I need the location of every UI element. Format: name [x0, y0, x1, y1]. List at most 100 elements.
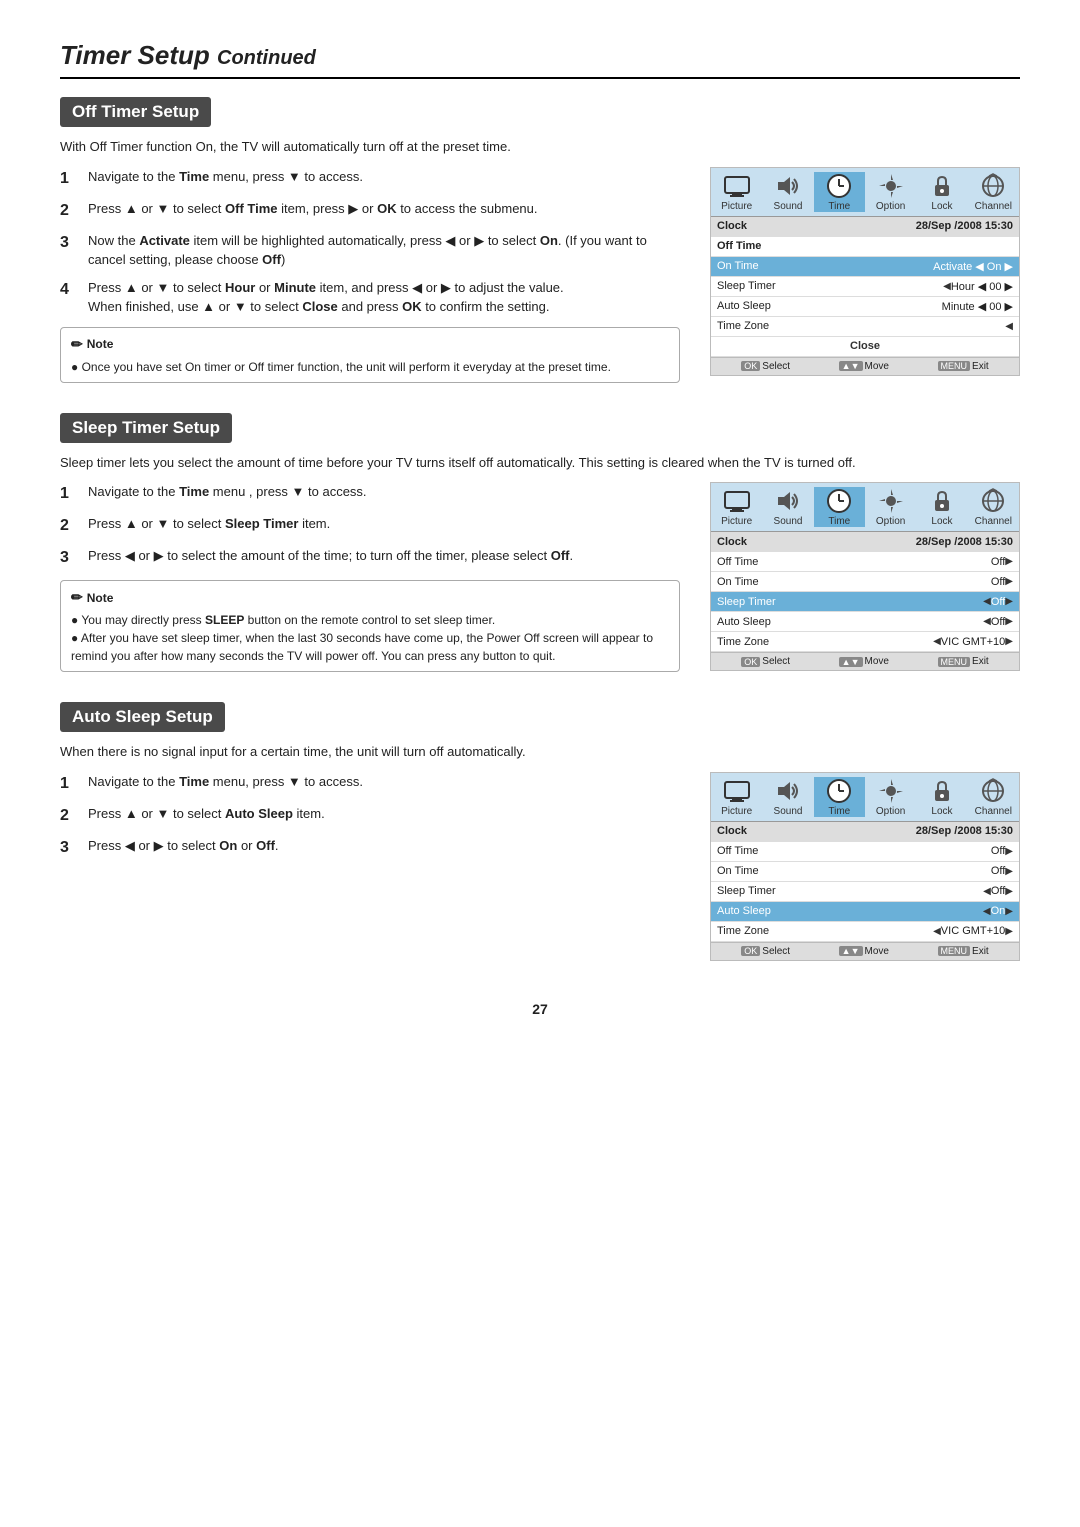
menu-icon-option: Option — [865, 172, 916, 212]
menu-icon-lock: Lock — [916, 487, 967, 527]
clock-value: 28/Sep /2008 15:30 — [916, 825, 1013, 837]
menu-header-row: Clock 28/Sep /2008 15:30 — [711, 217, 1019, 237]
menu-icon-label-picture: Picture — [711, 201, 762, 212]
tv-menu-icons: Picture Sound Time Option Lock Channel — [711, 773, 1019, 822]
menu-icon-sound: Sound — [762, 777, 813, 817]
note-box: ✏ Note ● Once you have set On timer or O… — [60, 327, 680, 383]
right-arrow-icon: ▶ — [1005, 846, 1013, 857]
steps-col-auto-sleep: 1 Navigate to the Time menu, press ▼ to … — [60, 772, 680, 868]
menu-row-4: Time Zone ◀ VIC GMT+10 ▶ — [711, 632, 1019, 652]
menu-icon-picture: Picture — [711, 777, 762, 817]
tv-menu-off-timer: Picture Sound Time Option Lock Channel C… — [710, 167, 1020, 376]
menu-col-off-timer: Picture Sound Time Option Lock Channel C… — [710, 167, 1020, 376]
right-arrow-icon: ▶ — [1005, 596, 1013, 607]
menu-icon-sound: Sound — [762, 172, 813, 212]
step-2: 2 Press ▲ or ▼ to select Auto Sleep item… — [60, 804, 680, 828]
step-4: 4 Press ▲ or ▼ to select Hour or Minute … — [60, 278, 680, 317]
section-sleep-timer: Sleep Timer Setup Sleep timer lets you s… — [60, 413, 1020, 673]
menu-icon-label-time: Time — [814, 806, 865, 817]
footer-label: Exit — [972, 946, 989, 957]
footer-label: Move — [865, 361, 889, 372]
menu-icon-channel: Channel — [968, 777, 1019, 817]
right-arrow-icon: ▶ — [1005, 926, 1013, 937]
footer-btn: MENU — [938, 657, 971, 667]
step-2: 2 Press ▲ or ▼ to select Sleep Timer ite… — [60, 514, 680, 538]
step-number: 3 — [60, 231, 82, 255]
footer-btn: ▲▼ — [839, 657, 863, 667]
menu-row-2: Sleep Timer ◀ Off ▶ — [711, 882, 1019, 902]
step-text: Press ◀ or ▶ to select the amount of the… — [88, 546, 573, 566]
note-bullet: ● After you have set sleep timer, when t… — [71, 629, 669, 665]
right-arrow-icon: ▶ — [1005, 866, 1013, 877]
step-text: Navigate to the Time menu, press ▼ to ac… — [88, 772, 363, 792]
footer-btn: MENU — [938, 946, 971, 956]
note-bullet: ● Once you have set On timer or Off time… — [71, 358, 669, 376]
menu-icon-label-lock: Lock — [916, 201, 967, 212]
close-label: Close — [850, 340, 880, 352]
menu-row-0: Off Time Off ▶ — [711, 552, 1019, 572]
step-number: 2 — [60, 514, 82, 538]
step-1: 1 Navigate to the Time menu, press ▼ to … — [60, 772, 680, 796]
step-number: 1 — [60, 167, 82, 191]
footer-item-exit: MENU Exit — [938, 361, 989, 372]
step-1: 1 Navigate to the Time menu, press ▼ to … — [60, 167, 680, 191]
step-number: 1 — [60, 482, 82, 506]
menu-icon-label-channel: Channel — [968, 516, 1019, 527]
right-arrow-icon: ▶ — [1005, 906, 1013, 917]
step-number: 4 — [60, 278, 82, 302]
section-intro-off-timer: With Off Timer function On, the TV will … — [60, 137, 1020, 157]
section-intro-auto-sleep: When there is no signal input for a cert… — [60, 742, 1020, 762]
right-arrow-icon: ▶ — [1005, 556, 1013, 567]
footer-label: Select — [762, 656, 790, 667]
right-arrow-icon: ▶ — [1005, 616, 1013, 627]
step-text: Navigate to the Time menu , press ▼ to a… — [88, 482, 367, 502]
right-arrow-icon: ▶ — [1005, 636, 1013, 647]
left-arrow-icon: ◀ — [983, 906, 991, 917]
menu-icon-label-picture: Picture — [711, 516, 762, 527]
menu-section-label: Off Time — [711, 237, 1019, 257]
title-main: Timer Setup — [60, 40, 210, 70]
tv-menu-icons: Picture Sound Time Option Lock Channel — [711, 483, 1019, 532]
step-text: Now the Activate item will be highlighte… — [88, 231, 680, 270]
footer-item-move: ▲▼ Move — [839, 656, 889, 667]
right-arrow-icon: ▶ — [1005, 886, 1013, 897]
menu-row-2: Auto Sleep Minute ◀ 00 ▶ — [711, 297, 1019, 317]
menu-icon-label-time: Time — [814, 516, 865, 527]
section-auto-sleep: Auto Sleep Setup When there is no signal… — [60, 702, 1020, 961]
menu-row-3: Auto Sleep ◀ Off ▶ — [711, 612, 1019, 632]
menu-icon-label-sound: Sound — [762, 516, 813, 527]
menu-header-row: Clock 28/Sep /2008 15:30 — [711, 532, 1019, 552]
left-arrow-icon: ◀ — [983, 886, 991, 897]
footer-btn: OK — [741, 946, 760, 956]
step-text: Press ◀ or ▶ to select On or Off. — [88, 836, 279, 856]
clock-label: Clock — [717, 536, 916, 548]
menu-col-sleep-timer: Picture Sound Time Option Lock Channel C… — [710, 482, 1020, 671]
footer-btn: OK — [741, 361, 760, 371]
left-arrow-icon: ◀ — [933, 926, 941, 937]
step-number: 3 — [60, 836, 82, 860]
menu-icon-label-sound: Sound — [762, 806, 813, 817]
menu-icon-label-lock: Lock — [916, 516, 967, 527]
step-number: 3 — [60, 546, 82, 570]
right-arrow-icon: ▶ — [1005, 576, 1013, 587]
menu-icon-label-time: Time — [814, 201, 865, 212]
section-label-text: Off Time — [717, 240, 1013, 252]
section-body-sleep-timer: 1 Navigate to the Time menu , press ▼ to… — [60, 482, 1020, 672]
footer-item-select: OK Select — [741, 656, 790, 667]
tv-menu-sleep-timer: Picture Sound Time Option Lock Channel C… — [710, 482, 1020, 671]
footer-btn: ▲▼ — [839, 361, 863, 371]
section-body-off-timer: 1 Navigate to the Time menu, press ▼ to … — [60, 167, 1020, 383]
footer-item-select: OK Select — [741, 946, 790, 957]
footer-item-exit: MENU Exit — [938, 656, 989, 667]
step-3: 3 Press ◀ or ▶ to select the amount of t… — [60, 546, 680, 570]
clock-value: 28/Sep /2008 15:30 — [916, 220, 1013, 232]
tv-menu-icons: Picture Sound Time Option Lock Channel — [711, 168, 1019, 217]
menu-icon-time: Time — [814, 487, 865, 527]
footer-btn: MENU — [938, 361, 971, 371]
note-box: ✏ Note ● You may directly press SLEEP bu… — [60, 580, 680, 672]
menu-icon-channel: Channel — [968, 172, 1019, 212]
footer-label: Select — [762, 361, 790, 372]
menu-close-row: Close — [711, 337, 1019, 357]
menu-row-1: On Time Off ▶ — [711, 862, 1019, 882]
note-icon: ✏ — [71, 334, 83, 355]
